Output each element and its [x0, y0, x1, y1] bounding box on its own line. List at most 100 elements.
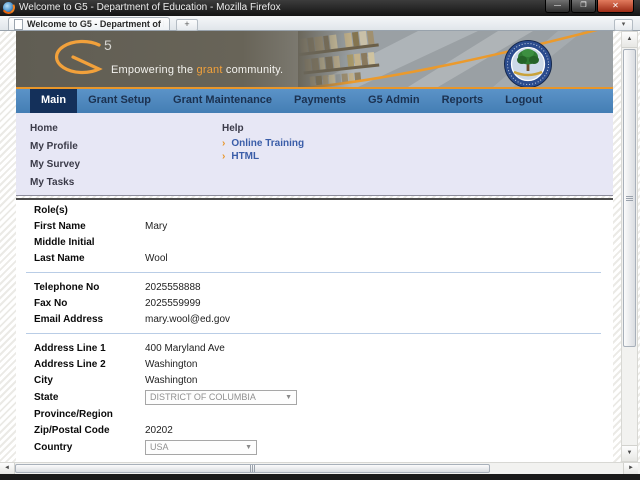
help-link-label: HTML: [231, 150, 259, 163]
help-link-online-training[interactable]: › Online Training: [222, 137, 304, 150]
nav-item-g5-admin[interactable]: G5 Admin: [357, 89, 431, 113]
nav-item-logout[interactable]: Logout: [494, 89, 553, 113]
banner-tagline: Empowering the grant community.: [111, 64, 283, 76]
section-divider: [26, 333, 601, 334]
g5-banner: 5 Empowering the grant community.: [16, 31, 613, 89]
tagline-prefix: Empowering the: [111, 64, 197, 76]
sidebar-item-my-tasks[interactable]: My Tasks: [30, 174, 80, 192]
field-label-telephone-no: Telephone No: [34, 282, 145, 293]
page-viewport: 5 Empowering the grant community. MainGr…: [0, 31, 640, 462]
form-row: Country USA ▼: [16, 438, 613, 456]
tagline-suffix: community.: [223, 64, 284, 76]
nav-item-grant-maintenance[interactable]: Grant Maintenance: [162, 89, 283, 113]
field-label-city: City: [34, 375, 145, 386]
vertical-scrollbar-thumb[interactable]: [623, 49, 636, 347]
sidebar-item-home[interactable]: Home: [30, 120, 80, 138]
page-content: 5 Empowering the grant community. MainGr…: [16, 31, 613, 462]
g5-logo: [44, 36, 104, 78]
tab-bar: Welcome to G5 - Department of Edu... + ▾: [0, 16, 640, 31]
field-label-last-name: Last Name: [34, 253, 145, 264]
window-controls: — ❐ ✕: [544, 0, 634, 13]
horizontal-scrollbar-thumb[interactable]: [15, 464, 490, 473]
form-row: Zip/Postal Code20202: [16, 422, 613, 438]
minimize-button[interactable]: —: [545, 0, 570, 13]
window-title: Welcome to G5 - Department of Education …: [19, 2, 281, 13]
nav-item-main[interactable]: Main: [30, 89, 77, 113]
field-value-zip-postal-code: 20202: [145, 425, 173, 436]
menu-panel: HomeMy ProfileMy SurveyMy Tasks Help › On…: [16, 113, 613, 196]
thumb-grip: [250, 465, 255, 472]
scroll-down-button[interactable]: ▼: [622, 445, 637, 461]
scroll-up-button[interactable]: ▲: [622, 32, 637, 48]
field-value-city: Washington: [145, 375, 197, 386]
field-select-country[interactable]: USA ▼: [145, 440, 257, 455]
firefox-icon: [3, 2, 14, 13]
title-bar: Welcome to G5 - Department of Education …: [0, 0, 640, 16]
field-select-state[interactable]: DISTRICT OF COLUMBIA ▼: [145, 390, 297, 405]
field-label-country: Country: [34, 442, 145, 453]
window-bottom-border: [0, 474, 640, 480]
list-tabs-button[interactable]: ▾: [614, 19, 633, 31]
field-label-email-address: Email Address: [34, 314, 145, 325]
tab-welcome-to-g5[interactable]: Welcome to G5 - Department of Edu...: [8, 17, 170, 30]
field-value-email-address: mary.wool@ed.gov: [145, 314, 230, 325]
horizontal-scrollbar[interactable]: ◄ ►: [0, 462, 640, 474]
field-label-first-name: First Name: [34, 221, 145, 232]
form-row: Fax No2025559999: [16, 295, 613, 311]
profile-form: Role(s)First NameMaryMiddle InitialLast …: [16, 198, 613, 462]
chevron-down-icon: ▼: [285, 394, 292, 401]
close-button[interactable]: ✕: [597, 0, 634, 13]
field-label-address-line-2: Address Line 2: [34, 359, 145, 370]
scroll-left-button[interactable]: ◄: [0, 463, 15, 474]
thumb-grip: [626, 196, 633, 201]
main-nav-bar: MainGrant SetupGrant MaintenancePayments…: [16, 89, 613, 113]
restore-button[interactable]: ❐: [571, 0, 596, 13]
select-value: DISTRICT OF COLUMBIA: [150, 392, 256, 402]
field-label-address-line-1: Address Line 1: [34, 343, 145, 354]
tagline-accent: grant: [197, 64, 223, 76]
scroll-right-button[interactable]: ►: [623, 463, 638, 474]
bookshelf-image: [298, 31, 613, 87]
help-link-html[interactable]: › HTML: [222, 150, 304, 163]
vertical-scrollbar[interactable]: ▲ ▼: [621, 31, 638, 462]
link-bullet-icon: ›: [222, 137, 225, 150]
tab-title: Welcome to G5 - Department of Edu...: [27, 19, 164, 29]
form-row: Address Line 2Washington: [16, 356, 613, 372]
form-row: Middle Initial: [16, 234, 613, 250]
field-label-fax-no: Fax No: [34, 298, 145, 309]
new-tab-button[interactable]: +: [176, 19, 198, 31]
nav-item-payments[interactable]: Payments: [283, 89, 357, 113]
section-divider: [26, 272, 601, 273]
field-label-middle-initial: Middle Initial: [34, 237, 145, 248]
form-row: First NameMary: [16, 218, 613, 234]
education-seal: [505, 41, 552, 88]
form-row: Address Line 1400 Maryland Ave: [16, 340, 613, 356]
field-value-first-name: Mary: [145, 221, 167, 232]
form-row: Email Addressmary.wool@ed.gov: [16, 311, 613, 327]
help-link-label: Online Training: [231, 137, 304, 150]
form-row: Role(s): [16, 202, 613, 218]
chevron-down-icon: ▼: [245, 444, 252, 451]
help-menu: Help › Online Training › HTML: [222, 120, 304, 163]
form-row: Last NameWool: [16, 250, 613, 266]
page-icon: [14, 19, 23, 30]
link-bullet-icon: ›: [222, 150, 225, 163]
field-label-state: State: [34, 392, 145, 403]
field-label-role-s: Role(s): [34, 205, 145, 216]
g5-logo-five: 5: [104, 37, 112, 53]
field-value-fax-no: 2025559999: [145, 298, 201, 309]
browser-window: Welcome to G5 - Department of Education …: [0, 0, 640, 480]
select-value: USA: [150, 442, 169, 452]
sidebar-item-my-survey[interactable]: My Survey: [30, 156, 80, 174]
form-row: Telephone No2025558888: [16, 279, 613, 295]
field-value-address-line-2: Washington: [145, 359, 197, 370]
field-value-last-name: Wool: [145, 253, 168, 264]
form-row: Province/Region: [16, 406, 613, 422]
sidebar-item-my-profile[interactable]: My Profile: [30, 138, 80, 156]
field-label-zip-postal-code: Zip/Postal Code: [34, 425, 145, 436]
field-label-province-region: Province/Region: [34, 409, 145, 420]
nav-item-grant-setup[interactable]: Grant Setup: [77, 89, 162, 113]
nav-item-reports[interactable]: Reports: [431, 89, 495, 113]
help-title: Help: [222, 120, 304, 137]
field-value-telephone-no: 2025558888: [145, 282, 201, 293]
